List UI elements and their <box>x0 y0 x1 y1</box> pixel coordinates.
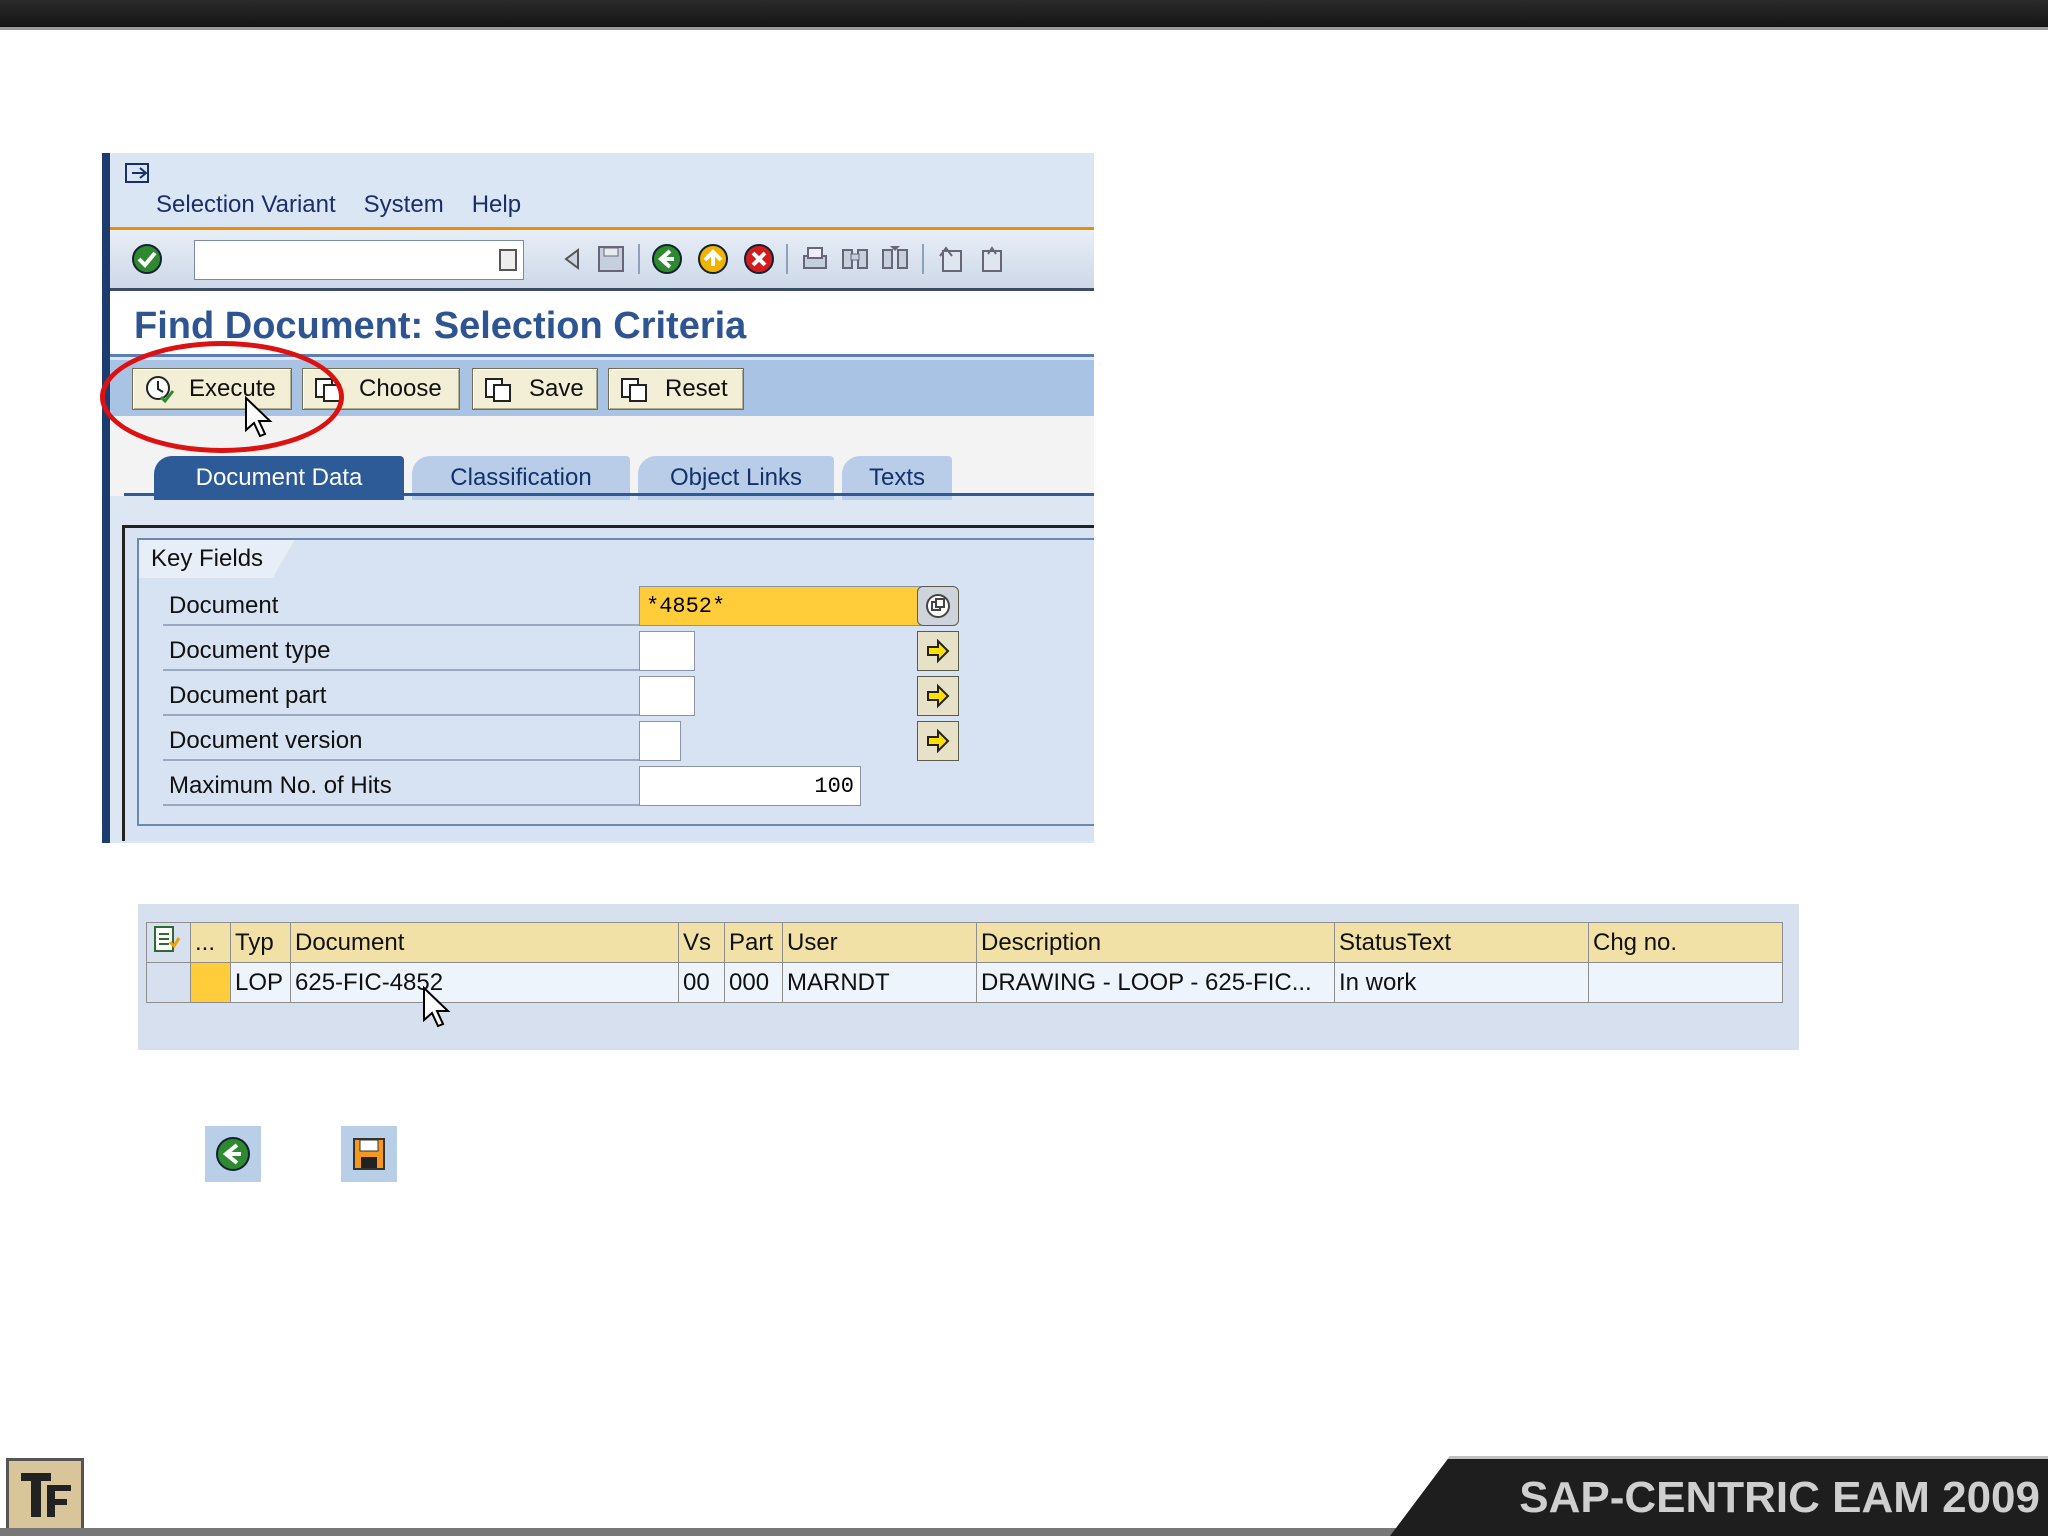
max-hits-row: Maximum No. of Hits <box>163 766 993 806</box>
row-selector[interactable] <box>146 962 191 1003</box>
document-type-label: Document type <box>169 637 331 664</box>
previous-page-icon[interactable] <box>974 242 1008 276</box>
save-icon-large[interactable] <box>341 1126 397 1182</box>
col-document[interactable]: Document <box>290 922 679 963</box>
menu-system[interactable]: System <box>364 191 444 219</box>
row-marker[interactable] <box>190 962 231 1003</box>
key-fields-title: Key Fields <box>139 540 300 578</box>
logo-icon <box>21 1473 71 1517</box>
document-type-row: Document type <box>163 631 993 671</box>
triangle-left-icon[interactable] <box>556 242 590 276</box>
mouse-cursor-icon <box>245 396 273 438</box>
col-vs[interactable]: Vs <box>678 922 725 963</box>
cell-vs[interactable]: 00 <box>678 962 725 1003</box>
cell-user[interactable]: MARNDT <box>782 962 977 1003</box>
cell-typ[interactable]: LOP <box>230 962 291 1003</box>
document-version-row: Document version <box>163 721 993 761</box>
key-fields-group: Key Fields Document Document type <box>137 538 1094 826</box>
menu-help[interactable]: Help <box>472 191 521 219</box>
document-input[interactable] <box>639 586 921 626</box>
cell-part[interactable]: 000 <box>724 962 783 1003</box>
window-menu-icon[interactable] <box>124 161 152 185</box>
find-next-icon[interactable] <box>878 242 912 276</box>
reset-label: Reset <box>665 375 728 402</box>
document-label: Document <box>169 592 279 619</box>
save-floppy-icon <box>353 1138 385 1170</box>
save-floppy-icon[interactable] <box>594 242 628 276</box>
col-ellipsis[interactable]: ... <box>190 922 231 963</box>
cancel-icon[interactable] <box>742 242 776 276</box>
document-version-label: Document version <box>169 727 363 754</box>
col-part[interactable]: Part <box>724 922 783 963</box>
save-variant-button[interactable]: Save <box>472 368 598 410</box>
back-icon-large[interactable] <box>205 1126 261 1182</box>
arrow-right-icon <box>927 638 950 664</box>
back-icon[interactable] <box>650 242 684 276</box>
cell-chg-no[interactable] <box>1588 962 1783 1003</box>
result-list: ... Typ Document Vs Part User Descriptio… <box>138 904 1799 1050</box>
save-variant-icon <box>485 378 511 402</box>
reset-button[interactable]: Reset <box>608 368 744 410</box>
back-icon <box>216 1137 250 1171</box>
document-part-label: Document part <box>169 682 327 709</box>
command-input[interactable] <box>195 241 485 279</box>
table-row[interactable]: LOP 625-FIC-4852 00 000 MARNDT DRAWING -… <box>146 962 1783 1003</box>
command-field[interactable] <box>194 240 524 280</box>
first-page-icon[interactable] <box>934 242 968 276</box>
arrow-right-icon <box>927 728 950 754</box>
find-icon[interactable] <box>838 242 872 276</box>
document-part-input[interactable] <box>639 676 695 716</box>
annotation-circle <box>100 341 344 453</box>
cell-status[interactable]: In work <box>1334 962 1589 1003</box>
document-type-input[interactable] <box>639 631 695 671</box>
document-version-input[interactable] <box>639 721 681 761</box>
top-banner <box>0 0 2048 30</box>
sap-window: Selection Variant System Help Find Docum… <box>102 153 1094 843</box>
col-statustext[interactable]: StatusText <box>1334 922 1589 963</box>
mouse-cursor-icon <box>423 986 451 1028</box>
result-grid: ... Typ Document Vs Part User Descriptio… <box>146 922 1783 1003</box>
search-help-icon <box>926 594 950 618</box>
company-logo <box>6 1458 84 1532</box>
brand-banner: SAP-CENTRIC EAM 2009 <box>1390 1456 2048 1536</box>
document-part-row: Document part <box>163 676 993 716</box>
cell-description[interactable]: DRAWING - LOOP - 625-FIC... <box>976 962 1335 1003</box>
menu-bar: Selection Variant System Help <box>110 153 1094 227</box>
choose-label: Choose <box>359 375 442 402</box>
document-type-multiple-button[interactable] <box>917 631 959 671</box>
arrow-right-icon <box>927 683 950 709</box>
document-f4-button[interactable] <box>917 586 959 626</box>
col-typ[interactable]: Typ <box>230 922 291 963</box>
cell-document[interactable]: 625-FIC-4852 <box>290 962 679 1003</box>
col-chg-no[interactable]: Chg no. <box>1588 922 1783 963</box>
select-all-icon[interactable] <box>146 922 191 963</box>
enter-check-icon[interactable] <box>130 242 164 276</box>
col-user[interactable]: User <box>782 922 977 963</box>
brand-text: SAP-CENTRIC EAM 2009 <box>1519 1473 2040 1522</box>
document-version-multiple-button[interactable] <box>917 721 959 761</box>
exit-icon[interactable] <box>696 242 730 276</box>
document-part-multiple-button[interactable] <box>917 676 959 716</box>
menu-selection-variant[interactable]: Selection Variant <box>156 191 336 219</box>
save-variant-label: Save <box>529 375 584 402</box>
max-hits-input[interactable] <box>639 766 861 806</box>
document-data-panel: Key Fields Document Document type <box>122 525 1094 841</box>
command-history-icon[interactable] <box>499 249 517 271</box>
print-icon[interactable] <box>798 242 832 276</box>
reset-icon <box>621 378 647 402</box>
max-hits-label: Maximum No. of Hits <box>169 772 392 799</box>
standard-toolbar <box>110 227 1094 291</box>
document-row: Document <box>163 586 993 626</box>
col-description[interactable]: Description <box>976 922 1335 963</box>
